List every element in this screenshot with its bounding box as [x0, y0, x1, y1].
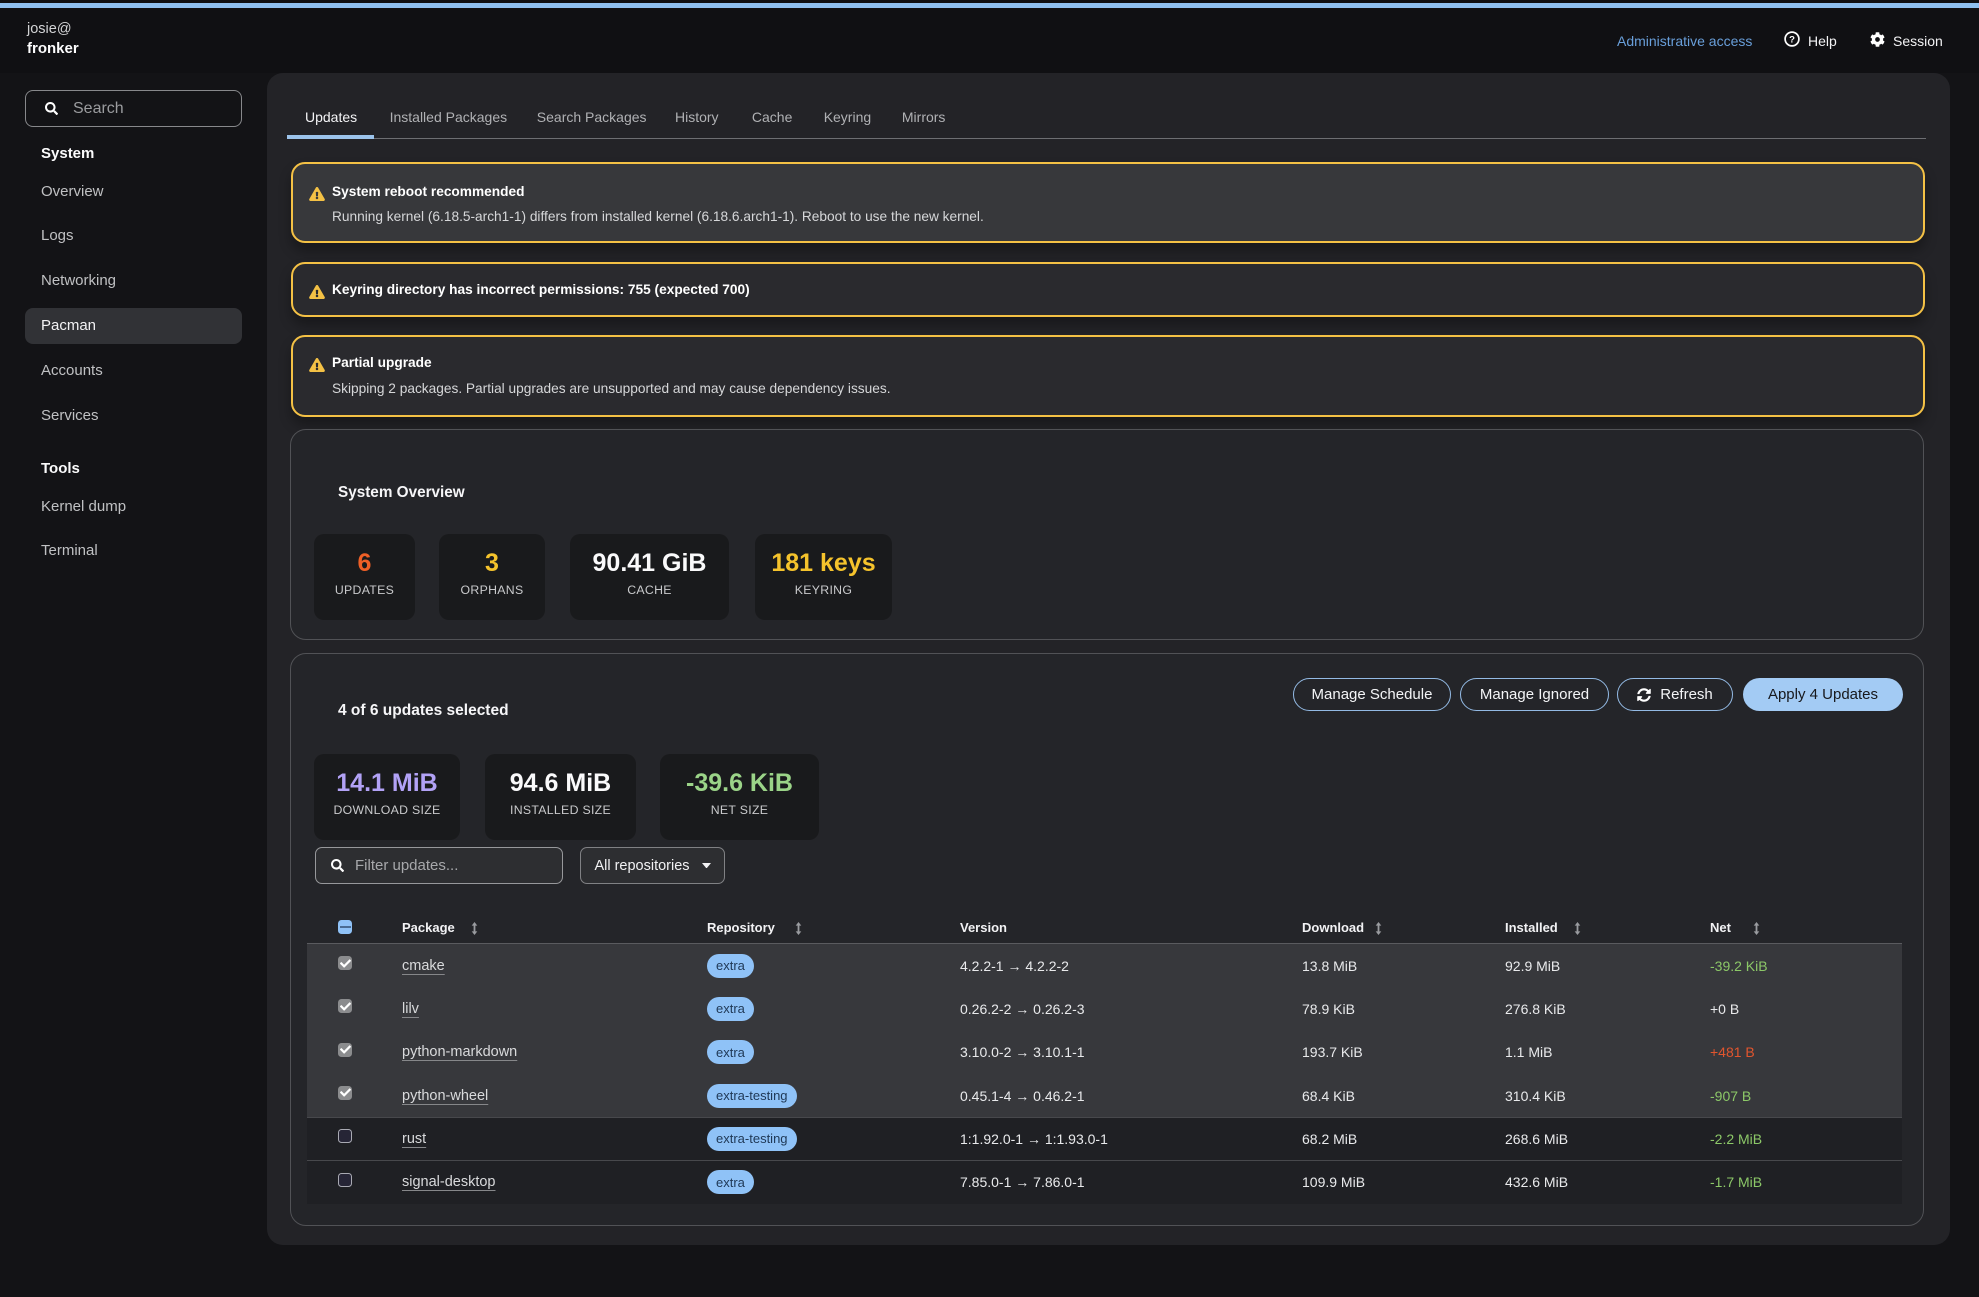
svg-text:?: ? — [1789, 34, 1795, 45]
